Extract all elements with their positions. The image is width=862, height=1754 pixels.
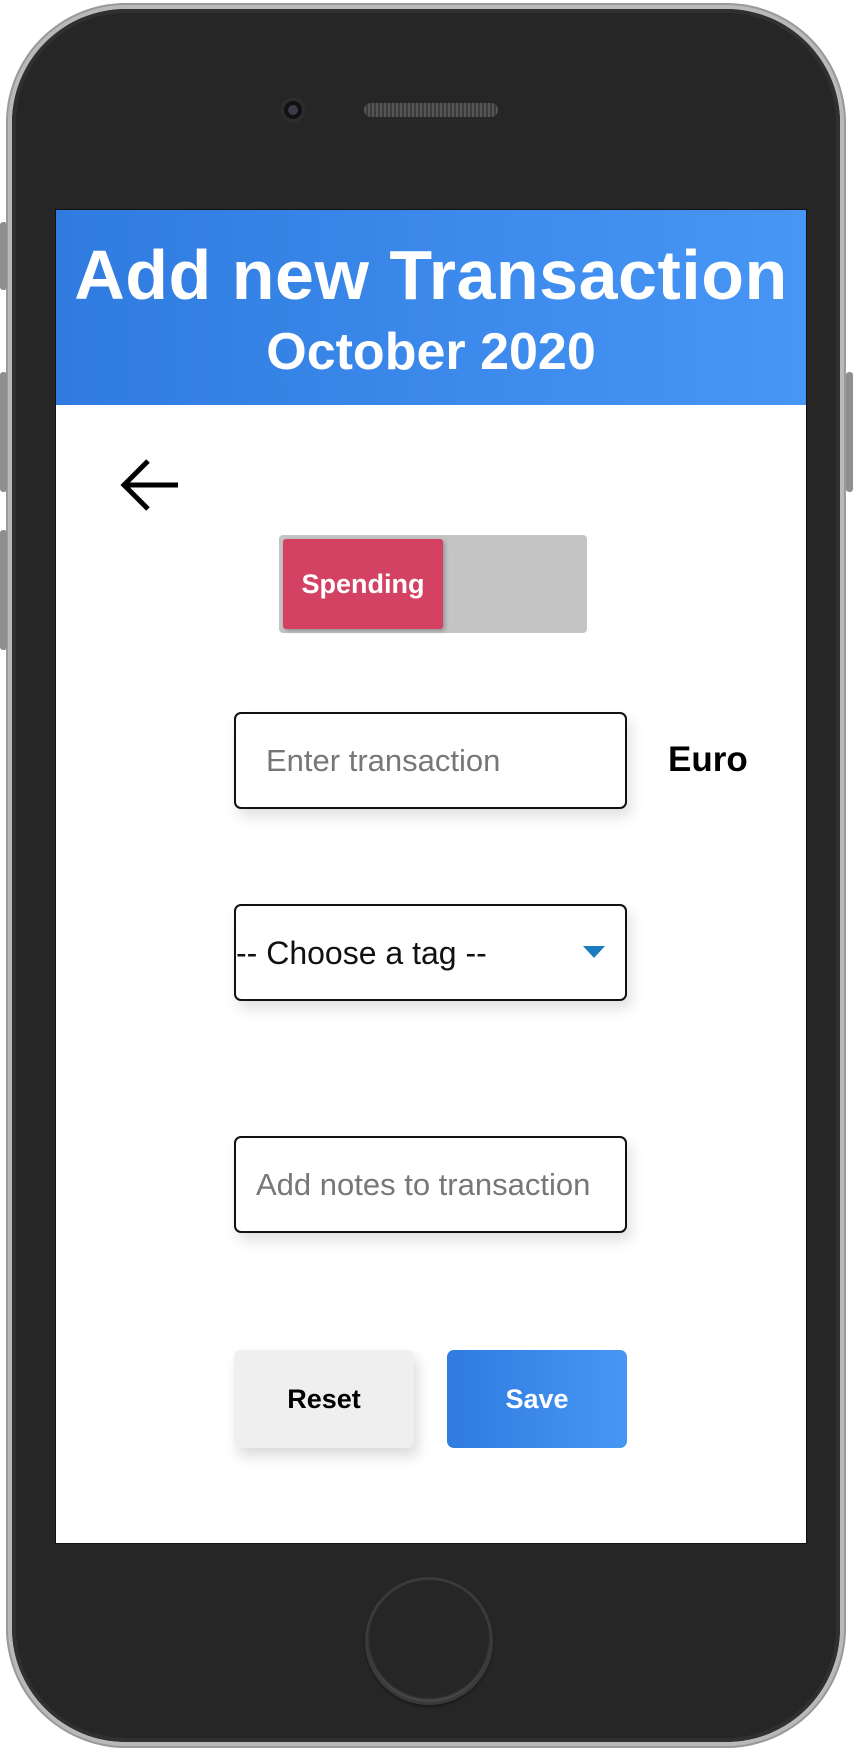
front-camera: [280, 97, 306, 123]
home-button[interactable]: [365, 1577, 493, 1705]
page-header: Add new Transaction October 2020: [56, 210, 806, 405]
transaction-type-toggle[interactable]: Spending: [279, 535, 587, 633]
volume-up-button: [0, 372, 7, 492]
earpiece-speaker: [364, 103, 498, 117]
caret-down-icon: [583, 946, 605, 958]
app-screen: Add new Transaction October 2020 Spendin…: [55, 209, 807, 1544]
silent-switch: [0, 222, 7, 290]
reset-button[interactable]: Reset: [234, 1350, 414, 1448]
volume-down-button: [0, 530, 7, 650]
arrow-left-icon: [120, 459, 178, 511]
toggle-selected-spending[interactable]: Spending: [283, 539, 443, 629]
page-title: Add new Transaction: [74, 236, 788, 314]
tag-select[interactable]: -- Choose a tag --: [234, 904, 627, 1001]
tag-select-value: -- Choose a tag --: [236, 935, 487, 971]
currency-label: Euro: [668, 740, 748, 779]
page-subtitle-month: October 2020: [266, 323, 596, 381]
amount-input[interactable]: [234, 712, 627, 809]
power-button: [846, 372, 853, 492]
back-button[interactable]: [116, 455, 184, 515]
notes-input[interactable]: [234, 1136, 627, 1233]
save-button[interactable]: Save: [447, 1350, 627, 1448]
